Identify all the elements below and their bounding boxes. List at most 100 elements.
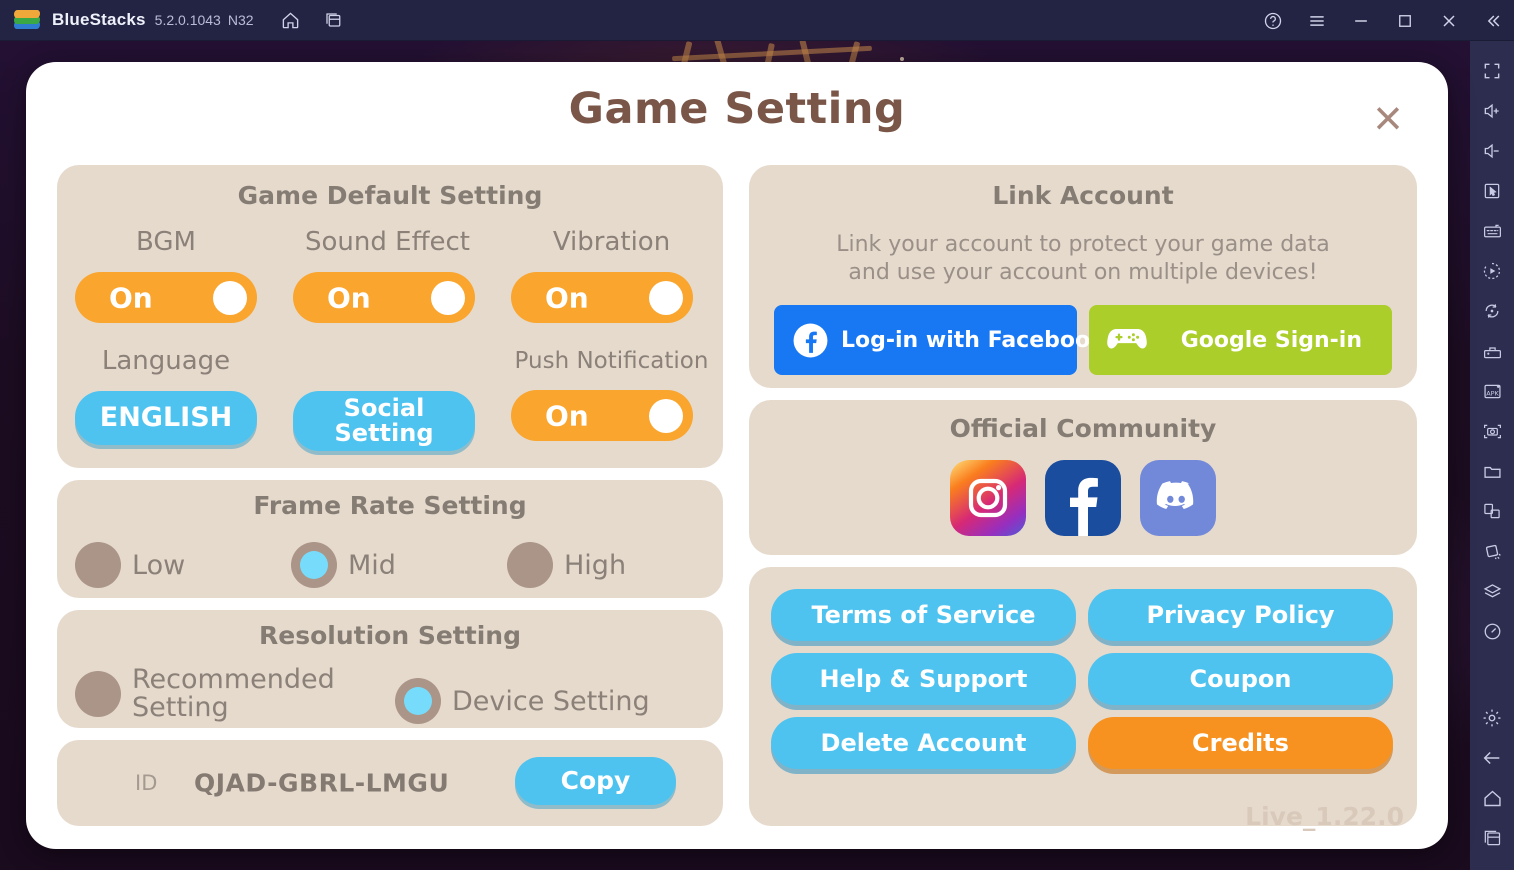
toggle-knob: [649, 398, 683, 433]
section-title-link-account: Link Account: [992, 181, 1174, 210]
page-title: Game Setting: [568, 84, 906, 134]
label-bgm: BGM: [136, 227, 196, 257]
performance-icon[interactable]: [1472, 611, 1512, 651]
language-button[interactable]: ENGLISH: [75, 391, 257, 445]
section-title-resolution: Resolution Setting: [259, 621, 521, 650]
collapse-sidebar-icon[interactable]: [1478, 6, 1508, 36]
cursor-icon[interactable]: [1472, 171, 1512, 211]
screenshot-icon[interactable]: [1472, 411, 1512, 451]
volume-up-icon[interactable]: [1472, 91, 1512, 131]
discord-icon[interactable]: [1140, 460, 1216, 536]
game-default-setting-panel: Game Default Setting BGM Sound Effect Vi…: [57, 165, 723, 468]
shake-icon[interactable]: [1472, 531, 1512, 571]
layers-icon[interactable]: [1472, 571, 1512, 611]
delete-account-button[interactable]: Delete Account: [771, 717, 1076, 769]
maximize-icon[interactable]: [1390, 6, 1420, 36]
social-setting-button[interactable]: Social Setting: [293, 391, 475, 451]
instagram-icon[interactable]: [950, 460, 1026, 536]
coupon-button[interactable]: Coupon: [1088, 653, 1393, 705]
fullscreen-icon[interactable]: [1472, 51, 1512, 91]
resolution-option-recommended[interactable]: Recommended Setting: [75, 666, 335, 721]
app-version: 5.2.0.1043: [154, 12, 221, 28]
rotate-icon[interactable]: [1472, 291, 1512, 331]
volume-down-icon[interactable]: [1472, 131, 1512, 171]
frame-rate-option-low[interactable]: Low: [75, 542, 185, 588]
section-title-frame-rate: Frame Rate Setting: [253, 491, 527, 520]
install-apk-icon[interactable]: APK: [1472, 371, 1512, 411]
toggle-vibration[interactable]: On: [511, 272, 693, 323]
close-window-icon[interactable]: [1434, 6, 1464, 36]
frame-rate-option-high[interactable]: High: [507, 542, 626, 588]
gamepad-icon: [1105, 324, 1149, 356]
resolution-recommended-line1: Recommended: [132, 664, 335, 695]
facebook-icon[interactable]: [1045, 460, 1121, 536]
id-label: ID: [135, 771, 158, 795]
section-title-default: Game Default Setting: [237, 181, 543, 210]
label-push-notification: Push Notification: [514, 348, 709, 374]
help-support-button[interactable]: Help & Support: [771, 653, 1076, 705]
label-sound-effect: Sound Effect: [305, 227, 470, 257]
toggle-bgm[interactable]: On: [75, 272, 257, 323]
facebook-login-button[interactable]: Log-in with Facebook: [774, 305, 1105, 375]
resolution-device-label: Device Setting: [452, 685, 650, 717]
toggle-bgm-value: On: [109, 281, 153, 314]
frame-rate-option-mid[interactable]: Mid: [291, 542, 396, 588]
radio-icon: [507, 542, 553, 588]
facebook-login-label: Log-in with Facebook: [841, 327, 1105, 353]
gamepad-controls-icon[interactable]: [1472, 331, 1512, 371]
titlebar: BlueStacks 5.2.0.1043 N32: [0, 0, 1514, 41]
resolution-option-device[interactable]: Device Setting: [395, 678, 650, 724]
multi-instance-icon[interactable]: [318, 5, 348, 35]
credits-button[interactable]: Credits: [1088, 717, 1393, 769]
community-icon-row: [749, 460, 1417, 536]
keyboard-controls-icon[interactable]: [1472, 211, 1512, 251]
toggle-knob: [431, 280, 465, 315]
media-folder-icon[interactable]: [1472, 451, 1512, 491]
copy-button[interactable]: Copy: [515, 757, 676, 805]
radio-selected-icon: [395, 678, 441, 724]
toggle-vibration-value: On: [545, 281, 589, 314]
toggle-sound-effect-value: On: [327, 281, 371, 314]
link-account-panel: Link Account Link your account to protec…: [749, 165, 1417, 388]
svg-text:APK: APK: [1486, 389, 1499, 397]
close-icon[interactable]: ×: [1362, 92, 1414, 144]
frame-rate-mid-label: Mid: [348, 549, 396, 581]
radio-icon: [75, 542, 121, 588]
google-signin-label: Google Sign-in: [1180, 327, 1362, 353]
frame-rate-low-label: Low: [132, 549, 186, 581]
window-controls: [1244, 0, 1508, 41]
radio-icon: [75, 670, 121, 717]
toggle-knob: [213, 280, 247, 315]
section-title-community: Official Community: [949, 414, 1217, 443]
resolution-panel: Resolution Setting Recommended Setting D…: [57, 610, 723, 728]
toggle-push-notification[interactable]: On: [511, 390, 693, 441]
account-id-panel: ID QJAD-GBRL-LMGU Copy: [57, 740, 723, 826]
link-desc-line1: Link your account to protect your game d…: [836, 232, 1330, 257]
toggle-sound-effect[interactable]: On: [293, 272, 475, 323]
bluestacks-window: BlueStacks 5.2.0.1043 N32 APK Game Setti…: [0, 0, 1514, 870]
app-version-label: Live_1.22.0: [1245, 802, 1404, 831]
frame-rate-high-label: High: [564, 549, 627, 581]
resolution-recommended-label: Recommended Setting: [132, 666, 335, 721]
multi-instance-icon[interactable]: [1472, 491, 1512, 531]
social-setting-line2: Setting: [334, 419, 434, 447]
back-icon[interactable]: [1472, 738, 1512, 778]
bluestacks-logo-icon: [13, 8, 41, 32]
account-id-value: QJAD-GBRL-LMGU: [194, 768, 450, 798]
frame-rate-panel: Frame Rate Setting Low Mid High: [57, 480, 723, 598]
social-setting-line1: Social: [343, 393, 425, 422]
help-icon[interactable]: [1258, 6, 1288, 36]
privacy-policy-button[interactable]: Privacy Policy: [1088, 589, 1393, 641]
minimize-icon[interactable]: [1346, 6, 1376, 36]
menu-icon[interactable]: [1302, 6, 1332, 36]
recents-icon[interactable]: [1472, 818, 1512, 858]
label-vibration: Vibration: [552, 227, 671, 257]
settings-gear-icon[interactable]: [1472, 698, 1512, 738]
terms-of-service-button[interactable]: Terms of Service: [771, 589, 1076, 641]
google-signin-button[interactable]: Google Sign-in: [1089, 305, 1392, 375]
home-icon[interactable]: [1472, 778, 1512, 818]
home-icon[interactable]: [276, 5, 306, 35]
close-glyph: ×: [1373, 90, 1403, 146]
radio-selected-icon: [291, 542, 337, 588]
macro-recorder-icon[interactable]: [1472, 251, 1512, 291]
